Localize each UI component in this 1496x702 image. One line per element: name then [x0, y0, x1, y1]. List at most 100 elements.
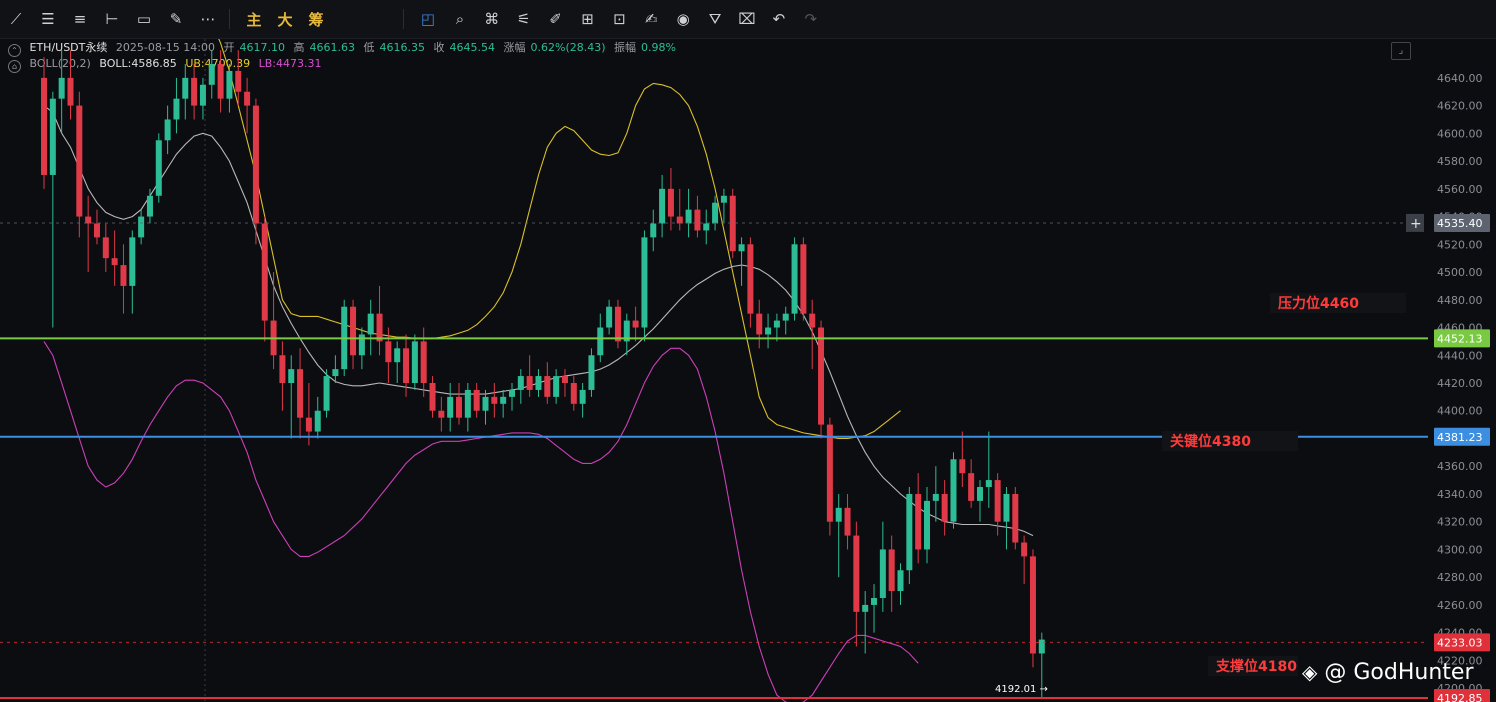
candle-body — [297, 369, 304, 418]
candle-body — [535, 376, 542, 390]
y-tick-label: 4580.00 — [1437, 155, 1483, 168]
y-tick-label: 4320.00 — [1437, 516, 1483, 529]
candle-body — [244, 91, 251, 106]
candle-body — [950, 459, 957, 522]
candle-body — [208, 64, 215, 85]
toolbar-separator — [229, 9, 230, 29]
low-price-marker: 4192.01 → — [995, 684, 1048, 695]
y-tick-label: 4360.00 — [1437, 460, 1483, 473]
candle-body — [235, 70, 242, 92]
candle-body — [350, 306, 357, 356]
candle-body — [394, 348, 401, 363]
toolbar: ⟋ ☰ ≡ ⊢ ▭ ✎ ⋯ 主大筹 ◰ ⌕ ⌘ ⚟ ✐ ⊞ ⊡ ✍ ◉ ⛛ ⌧ ↶ ↷ — [0, 0, 1496, 39]
candle-body — [199, 84, 206, 106]
candle-body — [888, 549, 895, 592]
candle-body — [173, 98, 180, 120]
candle-body — [305, 417, 312, 432]
candle-body — [191, 77, 198, 106]
candle-body — [694, 209, 701, 231]
horizontal-ray-icon[interactable]: ⊢ — [101, 7, 123, 31]
candle-body — [773, 320, 780, 328]
candle-body — [871, 597, 878, 605]
rectangle-icon[interactable]: ▭ — [133, 7, 155, 31]
candle-body — [632, 320, 639, 328]
boll-upper-band — [218, 39, 901, 440]
candle-body — [941, 493, 948, 522]
y-tick-label: 4520.00 — [1437, 238, 1483, 251]
candle-body — [756, 313, 763, 335]
candle-body — [844, 507, 851, 536]
candle-body — [491, 396, 498, 404]
candle-body — [826, 424, 833, 522]
candle-body — [641, 237, 648, 328]
candle-body — [720, 195, 727, 203]
plus-icon: + — [1410, 216, 1422, 232]
candle-body — [897, 570, 904, 592]
candlestick-chart[interactable]: 4640.004620.004600.004580.004560.004540.… — [0, 39, 1496, 702]
magnet-icon[interactable]: ◉ — [672, 7, 694, 31]
price-tag-label: 4535.40 — [1437, 217, 1483, 230]
watermark-text: @ GodHunter — [1324, 660, 1474, 685]
candle-body — [1003, 493, 1010, 522]
candle-body — [164, 119, 171, 141]
candle-body — [429, 383, 436, 411]
candle-body — [456, 396, 463, 418]
candle-body — [994, 480, 1001, 522]
candle-body — [879, 549, 886, 598]
toolbar-label-1[interactable]: 大 — [274, 7, 296, 31]
candle-body — [712, 202, 719, 224]
y-tick-label: 4600.00 — [1437, 127, 1483, 140]
candle-body — [41, 77, 47, 175]
price-tag-label: 4233.03 — [1437, 636, 1483, 649]
candle-body — [129, 237, 136, 286]
candle-body — [782, 313, 789, 321]
candle-body — [959, 459, 966, 474]
ruler-icon[interactable]: ⚟ — [513, 7, 535, 31]
lock-icon[interactable]: ⊡ — [608, 7, 630, 31]
candle-body — [332, 369, 339, 377]
trend-line-icon[interactable]: ⟋ — [5, 7, 27, 31]
candle-body — [650, 223, 657, 238]
candle-body — [659, 188, 666, 224]
candle-body — [376, 313, 383, 342]
filter-icon[interactable]: ⛛ — [704, 7, 726, 31]
redo-icon[interactable]: ↷ — [800, 7, 822, 31]
candle-body — [252, 105, 259, 224]
indicator-icon[interactable]: ◰ — [417, 7, 439, 31]
price-tag-label: 4452.13 — [1437, 332, 1483, 345]
pencil-icon[interactable]: ✐ — [545, 7, 567, 31]
candle-body — [508, 389, 515, 397]
measure-icon[interactable]: ⊞ — [577, 7, 599, 31]
toolbar-label-0[interactable]: 主 — [243, 7, 265, 31]
candle-body — [915, 493, 922, 550]
candle-body — [76, 105, 83, 217]
candle-body — [570, 383, 577, 404]
candle-body — [517, 376, 524, 390]
trash-icon[interactable]: ⌧ — [736, 7, 758, 31]
toolbar-label-2[interactable]: 筹 — [305, 7, 327, 31]
candle-body — [906, 493, 913, 571]
shape-select-icon[interactable]: ⌘ — [481, 7, 503, 31]
y-tick-label: 4260.00 — [1437, 599, 1483, 612]
undo-icon[interactable]: ↶ — [768, 7, 790, 31]
boll-lower-band — [43, 341, 919, 702]
candle-body — [968, 473, 975, 501]
y-tick-label: 4400.00 — [1437, 405, 1483, 418]
parallel-lines-icon[interactable]: ≡ — [69, 7, 91, 31]
more-icon[interactable]: ⋯ — [197, 7, 219, 31]
y-tick-label: 4620.00 — [1437, 100, 1483, 113]
candle-body — [111, 258, 118, 266]
candle-body — [67, 77, 74, 106]
candle-body — [288, 369, 295, 383]
note-icon[interactable]: ✍ — [640, 7, 662, 31]
candle-body — [818, 327, 825, 425]
magic-icon[interactable]: ⌕ — [449, 7, 471, 31]
brush-icon[interactable]: ✎ — [165, 7, 187, 31]
candle-body — [217, 64, 224, 99]
candle-body — [138, 216, 145, 238]
candle-body — [791, 244, 798, 314]
candle-body — [314, 410, 321, 432]
candle-body — [420, 341, 427, 383]
horizontal-lines-icon[interactable]: ☰ — [37, 7, 59, 31]
resistance-label: 压力位4460 — [1278, 295, 1359, 312]
